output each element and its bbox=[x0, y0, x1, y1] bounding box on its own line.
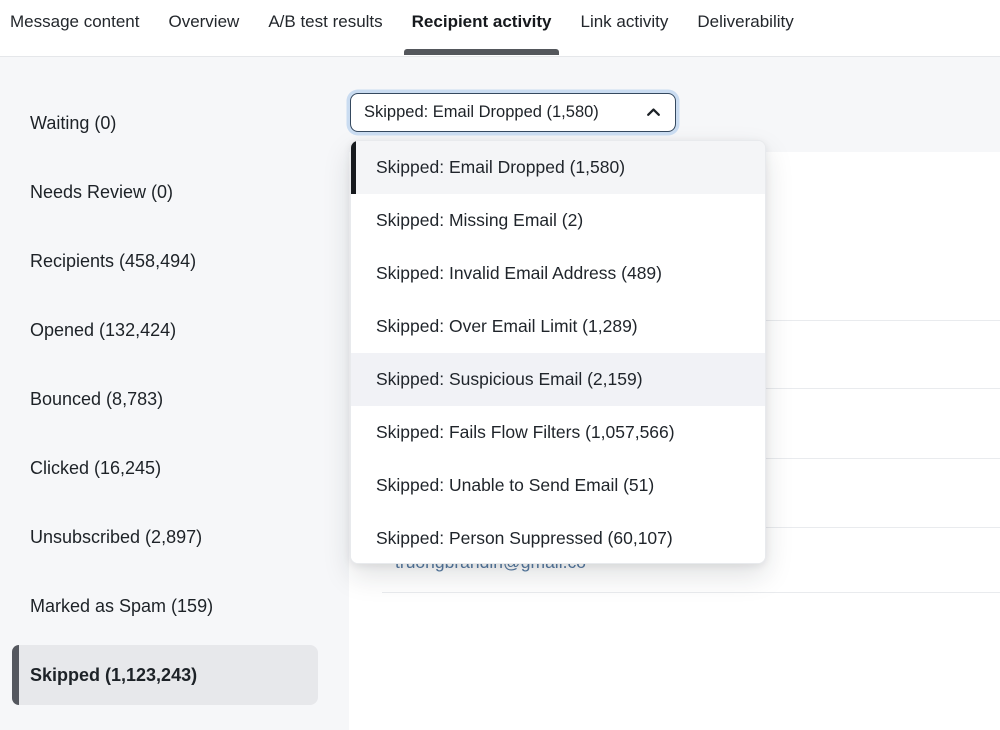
dropdown-option-over-email-limit[interactable]: Skipped: Over Email Limit (1,289) bbox=[351, 300, 765, 353]
dropdown-option-suspicious-email[interactable]: Skipped: Suspicious Email (2,159) bbox=[351, 353, 765, 406]
skipped-filter-dropdown-button[interactable]: Skipped: Email Dropped (1,580) bbox=[350, 93, 676, 132]
chevron-up-icon bbox=[645, 104, 662, 121]
tab-recipient-activity[interactable]: Recipient activity bbox=[404, 0, 560, 56]
tab-message-content[interactable]: Message content bbox=[2, 0, 147, 56]
dropdown-option-email-dropped[interactable]: Skipped: Email Dropped (1,580) bbox=[351, 141, 765, 194]
skipped-filter-dropdown-menu: Skipped: Email Dropped (1,580) Skipped: … bbox=[350, 140, 766, 564]
skipped-filter-selected-label: Skipped: Email Dropped (1,580) bbox=[364, 103, 599, 122]
table-row-divider bbox=[382, 592, 1000, 593]
sidebar-item-skipped[interactable]: Skipped (1,123,243) bbox=[12, 645, 318, 705]
sidebar-item-unsubscribed[interactable]: Unsubscribed (2,897) bbox=[12, 508, 318, 566]
sidebar-item-clicked[interactable]: Clicked (16,245) bbox=[12, 439, 318, 497]
dropdown-option-person-suppressed[interactable]: Skipped: Person Suppressed (60,107) bbox=[351, 512, 765, 564]
tab-ab-test-results[interactable]: A/B test results bbox=[260, 0, 390, 56]
dropdown-option-missing-email[interactable]: Skipped: Missing Email (2) bbox=[351, 194, 765, 247]
sidebar-item-waiting[interactable]: Waiting (0) bbox=[12, 94, 318, 152]
tab-deliverability[interactable]: Deliverability bbox=[689, 0, 801, 56]
sidebar-item-needs-review[interactable]: Needs Review (0) bbox=[12, 163, 318, 221]
report-tabbar: Message content Overview A/B test result… bbox=[0, 0, 1000, 57]
dropdown-option-fails-flow-filters[interactable]: Skipped: Fails Flow Filters (1,057,566) bbox=[351, 406, 765, 459]
dropdown-option-unable-to-send-email[interactable]: Skipped: Unable to Send Email (51) bbox=[351, 459, 765, 512]
dropdown-option-invalid-email[interactable]: Skipped: Invalid Email Address (489) bbox=[351, 247, 765, 300]
sidebar-item-recipients[interactable]: Recipients (458,494) bbox=[12, 232, 318, 290]
tab-link-activity[interactable]: Link activity bbox=[572, 0, 676, 56]
sidebar-item-marked-as-spam[interactable]: Marked as Spam (159) bbox=[12, 577, 318, 635]
sidebar-item-bounced[interactable]: Bounced (8,783) bbox=[12, 370, 318, 428]
recipient-status-sidebar: Waiting (0) Needs Review (0) Recipients … bbox=[0, 57, 350, 730]
sidebar-item-opened[interactable]: Opened (132,424) bbox=[12, 301, 318, 359]
tab-overview[interactable]: Overview bbox=[160, 0, 247, 56]
